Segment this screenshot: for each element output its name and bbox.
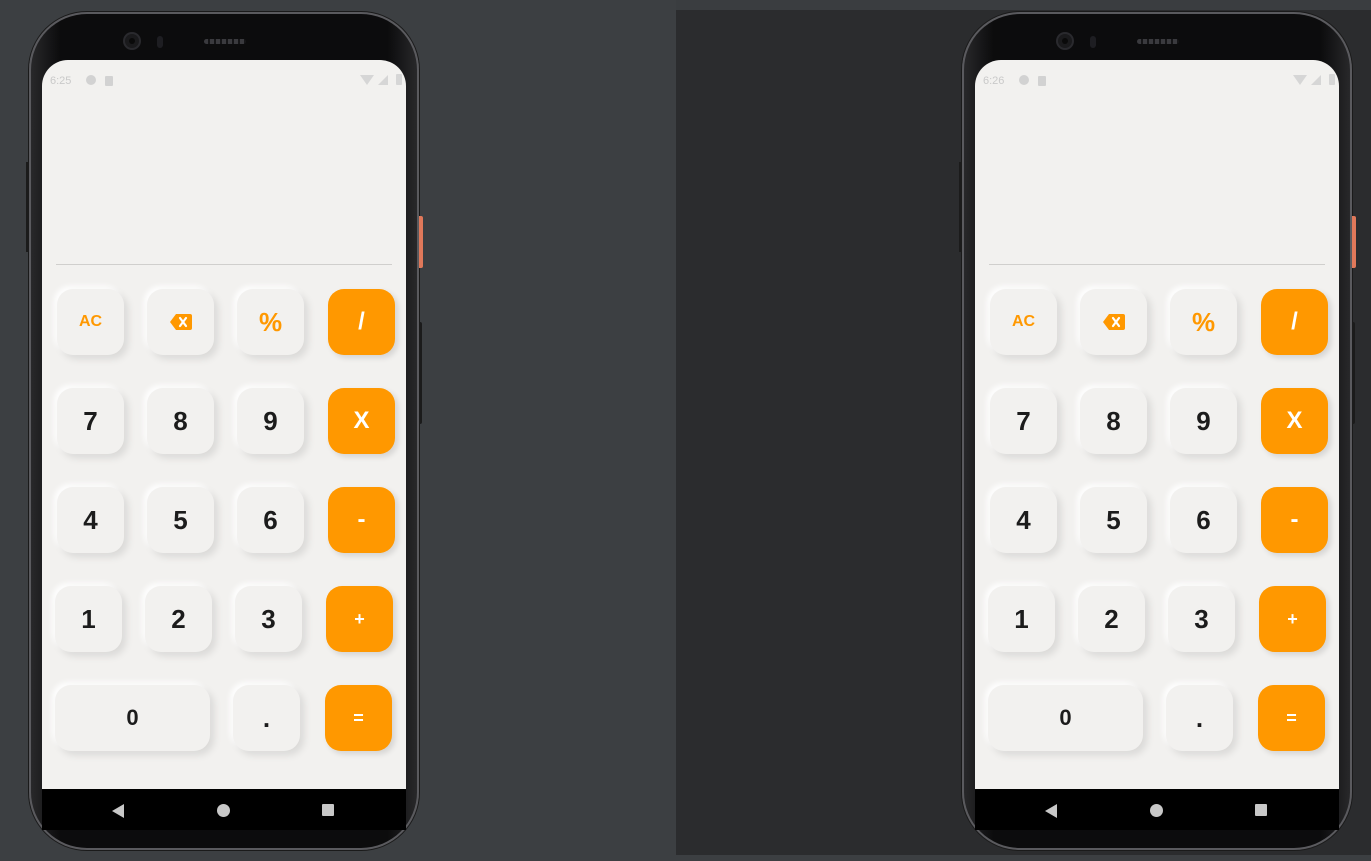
phone-emulator-1: 6:25 AC % / 7 8 9 X 4 5 6 - 1 2 3 + 0 . … bbox=[26, 12, 423, 850]
notification-icon bbox=[86, 75, 96, 85]
volume-button[interactable] bbox=[419, 322, 422, 424]
earpiece-speaker bbox=[204, 39, 246, 44]
decimal-button[interactable]: . bbox=[233, 685, 300, 751]
clear-button[interactable]: AC bbox=[57, 289, 124, 355]
digit-3-button[interactable]: 3 bbox=[1168, 586, 1235, 652]
status-bar: 6:25 bbox=[42, 60, 406, 100]
notification-icon bbox=[1019, 75, 1029, 85]
percent-button[interactable]: % bbox=[1170, 289, 1237, 355]
back-icon[interactable] bbox=[1045, 804, 1057, 818]
equals-button[interactable]: = bbox=[1258, 685, 1325, 751]
calculator-display bbox=[56, 100, 392, 265]
wifi-icon bbox=[1293, 75, 1307, 85]
digit-2-button[interactable]: 2 bbox=[1078, 586, 1145, 652]
front-camera-icon bbox=[125, 34, 139, 48]
divide-button[interactable]: / bbox=[1261, 289, 1328, 355]
digit-9-button[interactable]: 9 bbox=[1170, 388, 1237, 454]
phone-edge bbox=[959, 162, 962, 252]
home-icon[interactable] bbox=[217, 804, 230, 817]
divide-button[interactable]: / bbox=[328, 289, 395, 355]
front-camera-icon bbox=[1058, 34, 1072, 48]
equals-button[interactable]: = bbox=[325, 685, 392, 751]
digit-8-button[interactable]: 8 bbox=[1080, 388, 1147, 454]
navigation-bar bbox=[975, 789, 1339, 830]
clear-button[interactable]: AC bbox=[990, 289, 1057, 355]
digit-6-button[interactable]: 6 bbox=[1170, 487, 1237, 553]
right-pane-topbar bbox=[676, 0, 1371, 10]
clipboard-icon bbox=[105, 76, 113, 86]
phone-screen: 6:25 AC % / 7 8 9 X 4 5 6 - 1 2 3 + 0 . … bbox=[42, 60, 406, 830]
digit-5-button[interactable]: 5 bbox=[147, 487, 214, 553]
battery-icon bbox=[1329, 74, 1335, 85]
power-button[interactable] bbox=[1352, 216, 1356, 268]
multiply-button[interactable]: X bbox=[328, 388, 395, 454]
power-button[interactable] bbox=[419, 216, 423, 268]
plus-button[interactable]: + bbox=[1259, 586, 1326, 652]
digit-2-button[interactable]: 2 bbox=[145, 586, 212, 652]
digit-7-button[interactable]: 7 bbox=[57, 388, 124, 454]
status-bar: 6:26 bbox=[975, 60, 1339, 100]
multiply-button[interactable]: X bbox=[1261, 388, 1328, 454]
wifi-icon bbox=[360, 75, 374, 85]
backspace-button[interactable] bbox=[1080, 289, 1147, 355]
minus-button[interactable]: - bbox=[328, 487, 395, 553]
calculator-display bbox=[989, 100, 1325, 265]
battery-icon bbox=[396, 74, 402, 85]
plus-button[interactable]: + bbox=[326, 586, 393, 652]
signal-icon bbox=[1311, 75, 1321, 85]
minus-button[interactable]: - bbox=[1261, 487, 1328, 553]
home-icon[interactable] bbox=[1150, 804, 1163, 817]
backspace-button[interactable] bbox=[147, 289, 214, 355]
digit-9-button[interactable]: 9 bbox=[237, 388, 304, 454]
status-time: 6:26 bbox=[983, 75, 1005, 87]
backspace-icon bbox=[169, 314, 192, 330]
phone-edge bbox=[26, 162, 29, 252]
decimal-button[interactable]: . bbox=[1166, 685, 1233, 751]
digit-6-button[interactable]: 6 bbox=[237, 487, 304, 553]
backspace-icon bbox=[1102, 314, 1125, 330]
phone-emulator-2: 6:26 AC % / 7 8 9 X 4 5 6 - 1 2 3 + 0 . … bbox=[959, 12, 1356, 850]
digit-0-button[interactable]: 0 bbox=[988, 685, 1143, 751]
digit-0-button[interactable]: 0 bbox=[55, 685, 210, 751]
percent-button[interactable]: % bbox=[237, 289, 304, 355]
digit-4-button[interactable]: 4 bbox=[57, 487, 124, 553]
sensor-icon bbox=[157, 36, 163, 48]
recents-icon[interactable] bbox=[1255, 804, 1267, 816]
volume-button[interactable] bbox=[1352, 322, 1355, 424]
digit-7-button[interactable]: 7 bbox=[990, 388, 1057, 454]
digit-1-button[interactable]: 1 bbox=[988, 586, 1055, 652]
clipboard-icon bbox=[1038, 76, 1046, 86]
phone-screen: 6:26 AC % / 7 8 9 X 4 5 6 - 1 2 3 + 0 . … bbox=[975, 60, 1339, 830]
back-icon[interactable] bbox=[112, 804, 124, 818]
status-time: 6:25 bbox=[50, 75, 72, 87]
signal-icon bbox=[378, 75, 388, 85]
digit-1-button[interactable]: 1 bbox=[55, 586, 122, 652]
digit-8-button[interactable]: 8 bbox=[147, 388, 214, 454]
navigation-bar bbox=[42, 789, 406, 830]
digit-5-button[interactable]: 5 bbox=[1080, 487, 1147, 553]
earpiece-speaker bbox=[1137, 39, 1179, 44]
digit-4-button[interactable]: 4 bbox=[990, 487, 1057, 553]
recents-icon[interactable] bbox=[322, 804, 334, 816]
digit-3-button[interactable]: 3 bbox=[235, 586, 302, 652]
sensor-icon bbox=[1090, 36, 1096, 48]
